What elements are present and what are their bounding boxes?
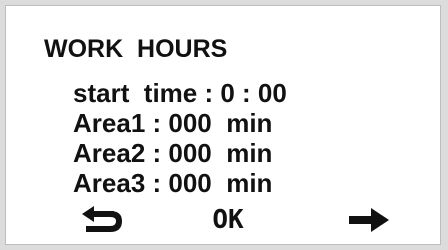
area3-duration-setting[interactable]: Area3 : 000 min (73, 168, 287, 198)
work-hours-screen: WORK HOURS start time : 0 : 00 Area1 : 0… (5, 5, 441, 245)
start-time-setting[interactable]: start time : 0 : 00 (73, 78, 287, 108)
page-title: WORK HOURS (44, 35, 228, 63)
next-button[interactable] (341, 202, 397, 238)
back-button[interactable] (76, 202, 128, 238)
area2-duration-setting[interactable]: Area2 : 000 min (73, 138, 287, 168)
return-arrow-icon (80, 205, 124, 235)
area1-duration-setting[interactable]: Area1 : 000 min (73, 108, 287, 138)
settings-list: start time : 0 : 00 Area1 : 000 min Area… (73, 78, 287, 198)
ok-button[interactable]: OK (199, 202, 257, 238)
button-bar: OK (6, 202, 440, 238)
right-arrow-icon (347, 207, 391, 233)
